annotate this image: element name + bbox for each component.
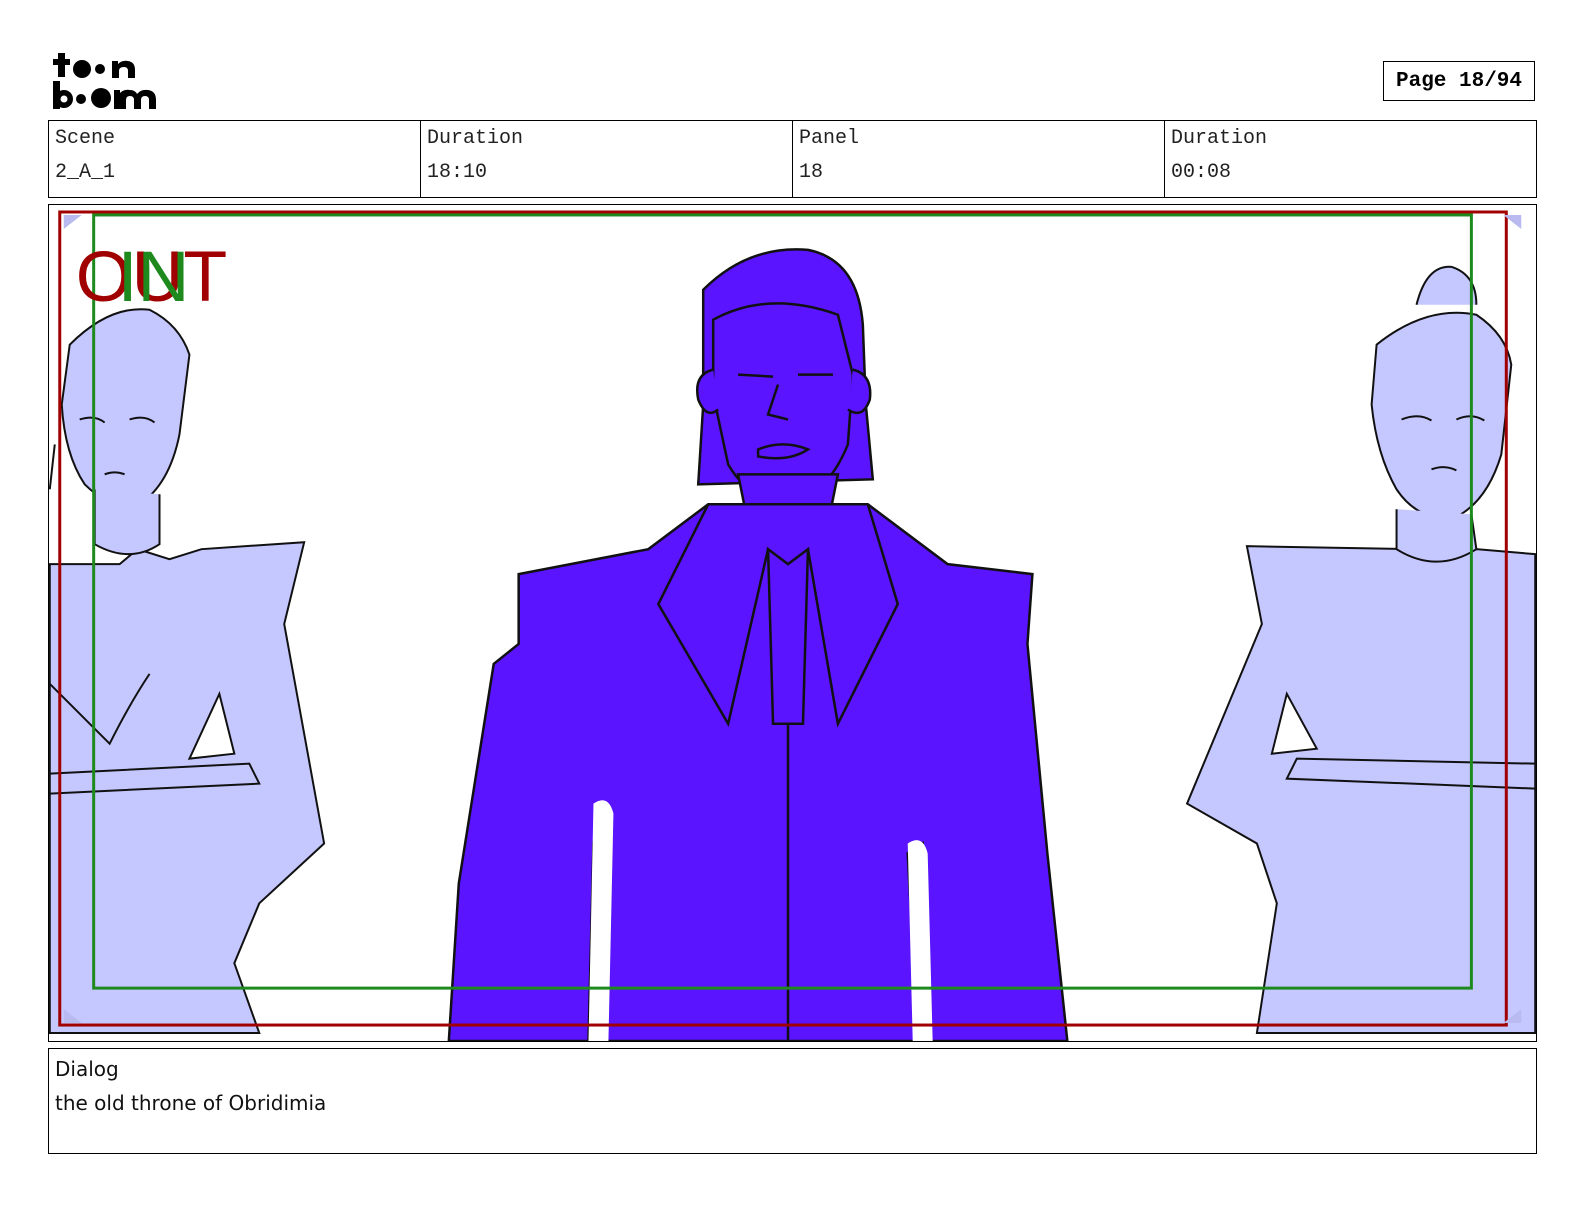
- right-figure-neck: [1395, 509, 1478, 563]
- dialog-label: Dialog: [55, 1057, 119, 1081]
- storyboard-panel: OUT IN: [48, 204, 1537, 1042]
- scene-duration-value: 18:10: [427, 161, 488, 184]
- scene-info-table: Scene 2_A_1 Duration 18:10 Panel 18 Dura…: [48, 120, 1537, 198]
- panel-artwork: OUT IN: [49, 210, 1536, 1041]
- logo-top-row: [53, 53, 135, 78]
- right-figure-body: [1185, 545, 1536, 1035]
- dialog-text: the old throne of Obridimia: [55, 1091, 327, 1115]
- panel-value: 18: [799, 161, 824, 184]
- left-figure-head: [60, 308, 191, 507]
- dialog-box: Dialog the old throne of Obridimia: [48, 1048, 1537, 1154]
- main-figure-suit: [447, 503, 1069, 1041]
- scene-duration-label: Duration: [427, 127, 524, 150]
- right-figure-bun: [1415, 265, 1478, 306]
- scene-label: Scene: [55, 127, 116, 150]
- left-figure-neck: [93, 489, 161, 556]
- scene-duration-cell: Duration 18:10: [420, 121, 792, 197]
- in-frame-label: IN: [118, 237, 190, 317]
- left-figure-cheek: [49, 444, 56, 490]
- panel-label: Panel: [799, 127, 860, 150]
- right-side-figure: [1185, 265, 1536, 1035]
- panel-duration-cell: Duration 00:08: [1164, 121, 1536, 197]
- main-figure: [447, 248, 1069, 1041]
- panel-duration-value: 00:08: [1171, 161, 1232, 184]
- logo-bottom-row: [53, 81, 156, 109]
- scene-cell: Scene 2_A_1: [49, 121, 420, 197]
- panel-duration-label: Duration: [1171, 127, 1268, 150]
- scene-value: 2_A_1: [55, 161, 116, 184]
- right-figure-head: [1370, 311, 1513, 521]
- page-indicator: Page 18/94: [1383, 61, 1535, 101]
- corner-arrow-top-left: [63, 214, 82, 229]
- toonboom-logo: [53, 53, 156, 109]
- panel-cell: Panel 18: [792, 121, 1164, 197]
- left-side-figure: [49, 308, 326, 1035]
